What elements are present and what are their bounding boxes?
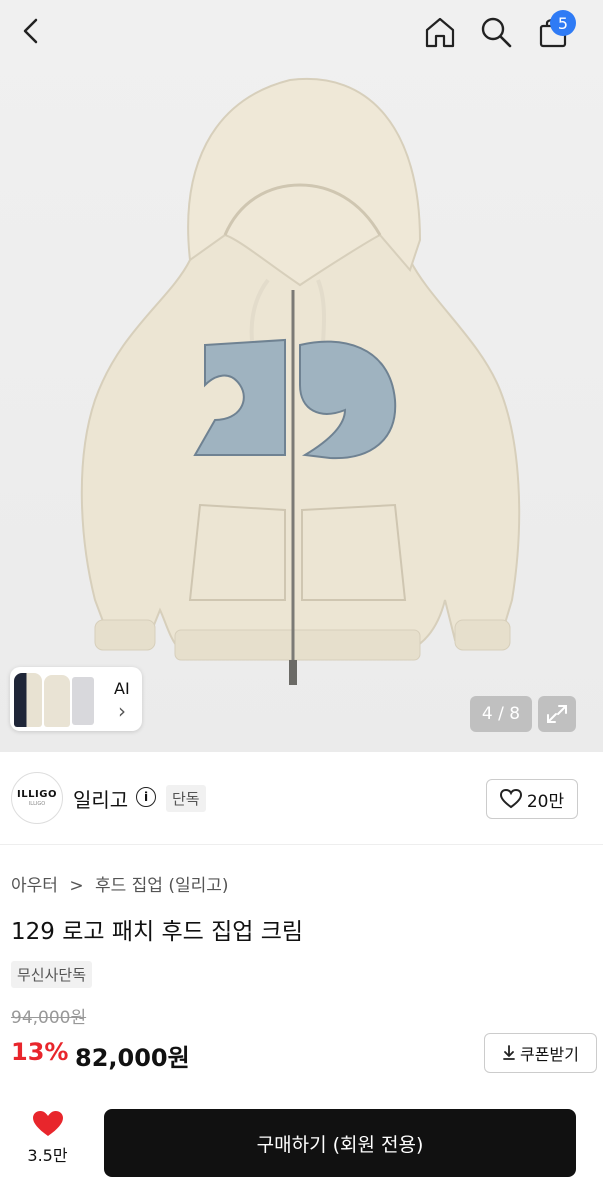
brand-logo-sub: ILLIGO: [28, 801, 46, 807]
product-image-gallery[interactable]: [0, 0, 603, 752]
like-button[interactable]: 3.5만: [20, 1110, 75, 1166]
thumbnail-navy-hoodie: [14, 673, 42, 727]
breadcrumb-separator: >: [69, 876, 84, 896]
thumbnail-grey-pants: [72, 677, 94, 725]
search-icon: [481, 17, 512, 48]
brand-exclusive-tag: 단독: [166, 785, 206, 812]
back-button[interactable]: [14, 14, 48, 48]
brand-logo[interactable]: ILLIGO ILLIGO: [11, 772, 63, 824]
product-title: 129 로고 패치 후드 집업 크림: [11, 919, 304, 945]
coupon-button[interactable]: 쿠폰받기: [484, 1033, 597, 1073]
heart-outline-icon: [499, 789, 522, 809]
product-image: [80, 77, 521, 685]
chevron-right-icon: ›: [118, 699, 126, 723]
coupon-label: 쿠폰받기: [520, 1045, 579, 1064]
ai-label: AI: [114, 679, 130, 698]
heart-filled-icon: [32, 1111, 63, 1136]
brand-name[interactable]: 일리고: [73, 784, 128, 813]
search-button[interactable]: [476, 12, 516, 52]
brand-like-button[interactable]: 20만: [486, 779, 578, 819]
ai-thumbnail-card[interactable]: AI ›: [10, 667, 142, 731]
download-icon: [503, 1045, 515, 1060]
discount-rate: 13%: [11, 1038, 69, 1066]
home-icon: [425, 17, 455, 48]
cart-count-badge: 5: [550, 10, 576, 36]
breadcrumb-subcategory[interactable]: 후드 집업 (일리고): [95, 876, 229, 896]
sale-price: 82,000원: [75, 1044, 190, 1072]
brand-logo-text: ILLIGO: [17, 789, 57, 800]
info-icon[interactable]: i: [136, 787, 156, 807]
expand-icon: [547, 705, 567, 723]
breadcrumb: 아우터 > 후드 집업 (일리고): [11, 871, 229, 896]
back-icon: [23, 18, 38, 44]
brand-like-count: 20만: [526, 791, 565, 812]
home-button[interactable]: [420, 12, 460, 52]
product-exclusive-tag: 무신사단독: [11, 961, 93, 988]
buy-button[interactable]: 구매하기 (회원 전용): [104, 1109, 576, 1177]
breadcrumb-category[interactable]: 아우터: [11, 876, 58, 896]
original-price: 94,000원: [11, 1008, 87, 1028]
thumbnail-cream-hoodie: [44, 675, 70, 727]
image-counter: 4 / 8: [470, 696, 532, 732]
like-count: 3.5만: [27, 1146, 68, 1165]
expand-button[interactable]: [538, 696, 576, 732]
